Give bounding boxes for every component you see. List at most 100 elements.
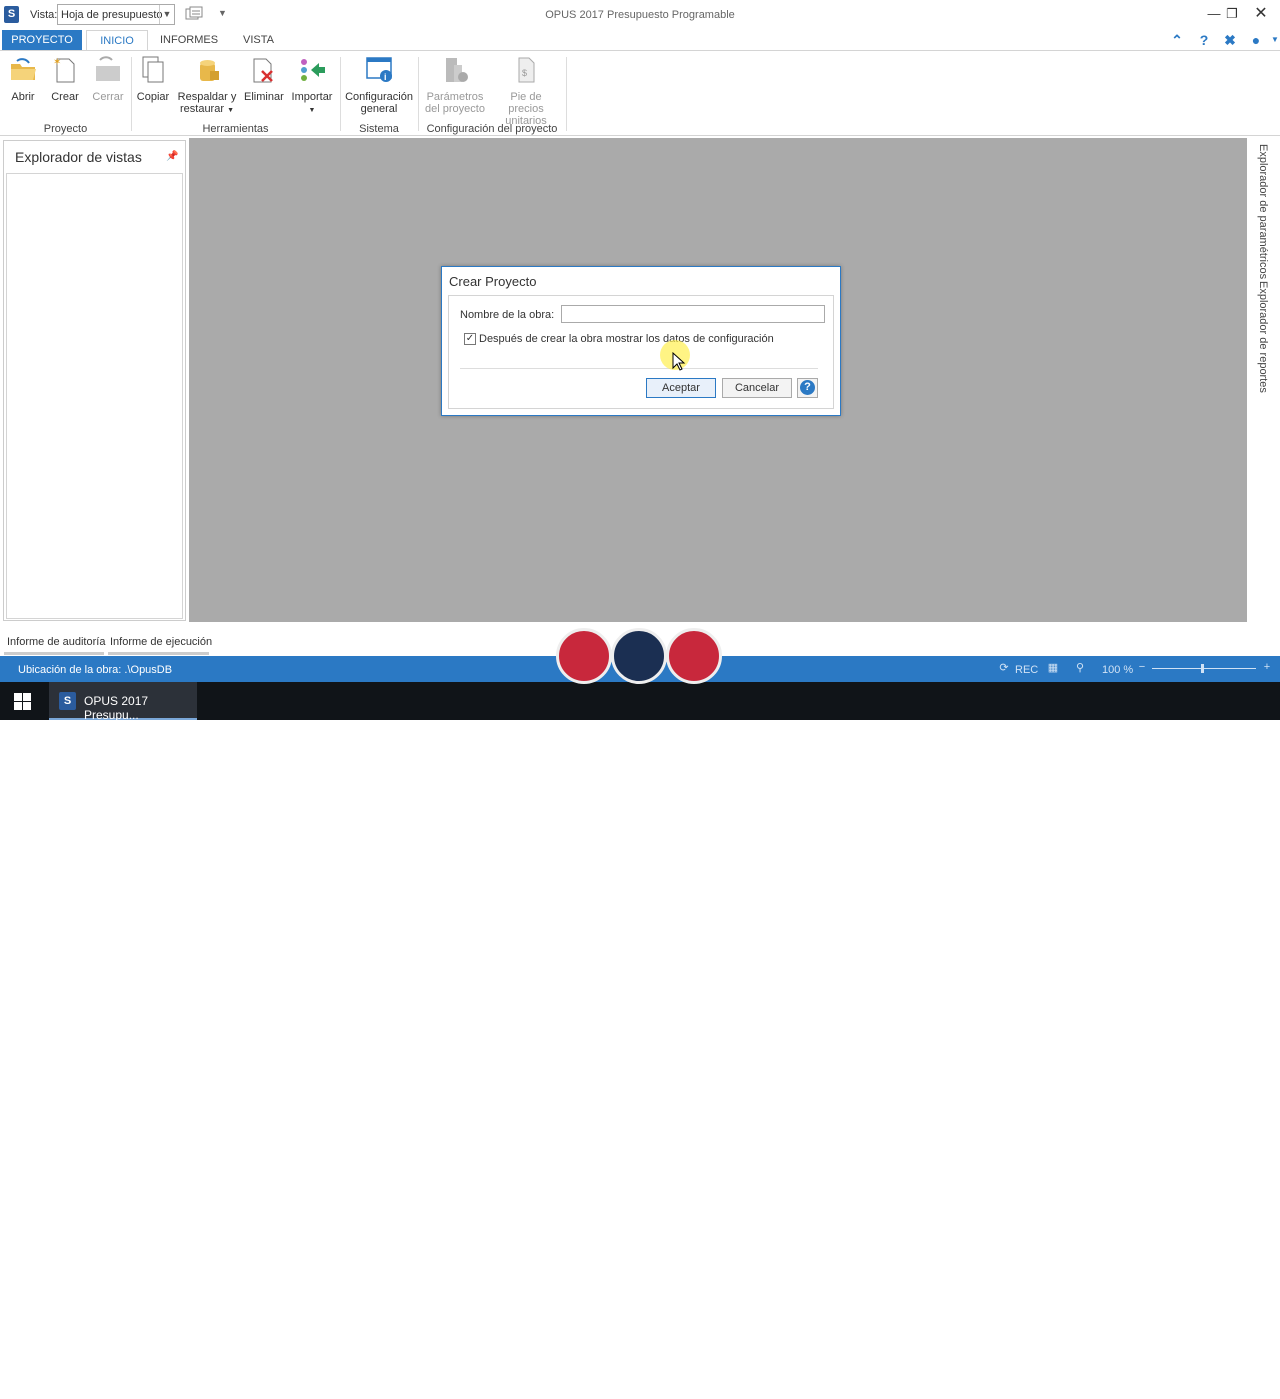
windows-start-icon[interactable]	[14, 693, 31, 710]
nombre-obra-label: Nombre de la obra:	[460, 309, 555, 321]
tab-inicio[interactable]: INICIO	[86, 30, 148, 50]
crear-button[interactable]: ✶ Crear	[48, 55, 82, 103]
eliminar-button[interactable]: Eliminar	[244, 55, 284, 103]
importar-button[interactable]: Importar ▼	[289, 55, 335, 117]
dialog-title: Crear Proyecto	[449, 274, 537, 289]
zoom-slider-thumb[interactable]	[1201, 664, 1204, 673]
price-document-icon: $	[518, 57, 535, 83]
explorador-vistas-panel: Explorador de vistas 📌	[3, 140, 186, 621]
tab-informe-auditoria[interactable]: Informe de auditoría	[7, 636, 105, 648]
parametros-button[interactable]: Parámetros del proyecto	[423, 55, 487, 115]
respaldar-label-1: Respaldar y	[177, 91, 237, 103]
param-label-2: del proyecto	[425, 103, 485, 115]
zoom-in-icon[interactable]: +	[1260, 661, 1274, 675]
help-icon[interactable]: ?	[1195, 31, 1213, 49]
crear-proyecto-dialog: Crear Proyecto Nombre de la obra: ✓ Desp…	[441, 266, 841, 416]
tab-proyecto[interactable]: PROYECTO	[2, 30, 82, 50]
logo-circle-red	[556, 628, 612, 684]
close-button[interactable]: ✕	[1251, 4, 1271, 24]
zoom-icon[interactable]: ⚲	[1073, 661, 1087, 675]
document-icon[interactable]: ▦	[1046, 661, 1060, 675]
config-label-2: general	[360, 103, 398, 115]
user-menu-chevron-icon[interactable]: ▼	[1266, 31, 1280, 49]
watermark-url: tecno-group.mx	[590, 1384, 690, 1399]
title-bar: S Vista: Hoja de presupuesto ▼ ▼ OPUS 20…	[0, 0, 1280, 30]
svg-text:✶: ✶	[53, 57, 61, 68]
taskbar-app-opus[interactable]: S OPUS 2017 Presupu...	[49, 682, 197, 722]
abrir-button[interactable]: Abrir	[6, 55, 40, 103]
cancelar-button[interactable]: Cancelar	[722, 378, 792, 398]
database-lock-icon	[200, 60, 219, 81]
sync-icon[interactable]: ⟳	[997, 661, 1011, 675]
nombre-obra-input[interactable]	[561, 305, 825, 323]
crear-label: Crear	[51, 91, 79, 103]
configuracion-general-button[interactable]: i Configuración general	[345, 55, 413, 115]
rec-indicator[interactable]: REC	[1015, 664, 1038, 676]
taskbar-app-label: OPUS 2017 Presupu...	[84, 694, 149, 722]
collapse-ribbon-icon[interactable]: ⌃	[1168, 31, 1186, 49]
tab-underline	[4, 652, 104, 655]
opus-app-icon: S	[59, 692, 76, 710]
svg-text:$: $	[522, 68, 527, 78]
import-icon	[301, 59, 325, 81]
folder-open-icon	[11, 58, 36, 80]
cerrar-label: Cerrar	[92, 91, 124, 103]
param-label-1: Parámetros	[426, 91, 484, 103]
windows-taskbar: S OPUS 2017 Presupu... Tecno Group tecno…	[0, 682, 1280, 1399]
logo-circle-red	[666, 628, 722, 684]
importar-label: Importar	[291, 91, 333, 103]
aceptar-button[interactable]: Aceptar	[646, 378, 716, 398]
logo-circle-navy	[611, 628, 667, 684]
delete-document-icon	[253, 58, 273, 83]
pie-label-1: Pie de precios	[508, 91, 544, 115]
dialog-separator	[460, 368, 818, 369]
copiar-label: Copiar	[136, 91, 170, 103]
tecno-group-logo	[556, 628, 726, 684]
group-label-herramientas: Herramientas	[202, 123, 269, 135]
respaldar-button[interactable]: Respaldar y restaurar ▼	[176, 55, 238, 117]
eliminar-label: Eliminar	[244, 91, 284, 103]
ribbon-separator	[131, 57, 132, 131]
window-title: OPUS 2017 Presupuesto Programable	[545, 9, 735, 21]
ribbon: Abrir ✶ Crear Cerrar Copiar Respaldar y …	[0, 50, 1280, 136]
pin-icon[interactable]: 📌	[166, 151, 178, 162]
copy-icon	[142, 56, 164, 83]
config-label-1: Configuración	[345, 91, 413, 103]
tab-underline	[108, 652, 209, 655]
tab-informe-ejecucion[interactable]: Informe de ejecución	[110, 636, 212, 648]
user-icon[interactable]: ●	[1247, 31, 1265, 49]
minimize-button[interactable]: —	[1204, 4, 1224, 24]
tab-vista[interactable]: VISTA	[236, 30, 281, 50]
pie-precios-button[interactable]: $ Pie de precios unitarios	[492, 55, 560, 127]
respaldar-label-2: restaurar	[179, 103, 225, 115]
dialog-help-button[interactable]: ?	[797, 378, 818, 398]
ribbon-separator	[566, 57, 567, 131]
dialog-body: Nombre de la obra: ✓ Después de crear la…	[448, 295, 834, 409]
obra-location: Ubicación de la obra: .\OpusDB	[18, 664, 173, 676]
zoom-slider[interactable]	[1152, 668, 1256, 669]
copiar-button[interactable]: Copiar	[136, 55, 170, 103]
views-tree[interactable]	[6, 173, 183, 619]
tools-icon[interactable]: ✖	[1221, 31, 1239, 49]
ribbon-tabs: PROYECTO INICIO INFORMES VISTA ⌃ ? ✖ ● ▼	[0, 30, 1280, 50]
dropdown-arrow-icon: ▼	[227, 107, 235, 114]
dropdown-arrow-icon: ▼	[308, 107, 316, 114]
zoom-out-icon[interactable]: −	[1135, 661, 1149, 675]
panel-title: Explorador de vistas	[15, 149, 142, 165]
right-side-tabs: Explorador de paramétricos Explorador de…	[1247, 138, 1280, 622]
mouse-cursor-icon	[672, 352, 686, 371]
tab-explorador-parametricos[interactable]: Explorador de paramétricos	[1257, 144, 1269, 279]
building-gear-icon	[446, 58, 468, 82]
tab-explorador-reportes[interactable]: Explorador de reportes	[1257, 281, 1269, 393]
help-icon: ?	[800, 380, 815, 395]
cerrar-button[interactable]: Cerrar	[89, 55, 127, 103]
ribbon-separator	[340, 57, 341, 131]
config-checkbox[interactable]: ✓	[464, 333, 476, 345]
svg-text:i: i	[384, 72, 387, 82]
watermark-name: Tecno Group	[600, 1369, 680, 1384]
abrir-label: Abrir	[11, 91, 35, 103]
restore-button[interactable]: ❐	[1222, 4, 1242, 24]
new-document-icon: ✶	[53, 57, 75, 83]
config-checkbox-label[interactable]: Después de crear la obra mostrar los dat…	[479, 333, 774, 345]
tab-informes[interactable]: INFORMES	[158, 30, 220, 50]
